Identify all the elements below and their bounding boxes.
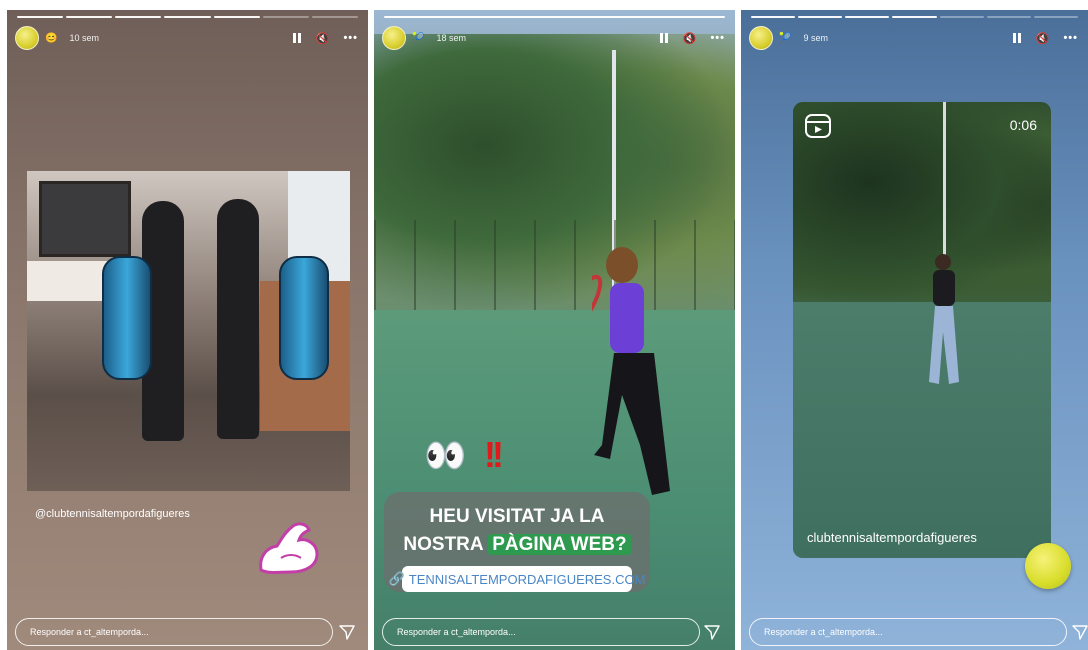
progress-bar [751, 16, 1078, 18]
mute-icon[interactable]: 🔇 [316, 32, 330, 45]
story-header: 🎾 9 sem 🔇 ••• [749, 26, 1078, 50]
eyes-icon: 👀 [424, 437, 467, 475]
reel-username[interactable]: clubtennisaltempordafigueres [807, 530, 977, 545]
avatar[interactable] [749, 26, 773, 50]
story-panel-2[interactable]: 🎾 18 sem 🔇 ••• 👀 !! HEU VISITAT JA LA NO… [374, 10, 735, 650]
post-time: 18 sem [436, 33, 466, 43]
progress-segment [213, 16, 260, 18]
story-header: 🎾 18 sem 🔇 ••• [382, 26, 725, 50]
story-header: 😊 10 sem 🔇 ••• [15, 26, 358, 50]
website-link[interactable]: 🔗 TENNISALTEMPORDAFIGUERES.COM [389, 566, 645, 592]
more-options-icon[interactable]: ••• [343, 32, 358, 44]
story-panel-3[interactable]: 🎾 9 sem 🔇 ••• 0:06 clubtennisaltempordaf… [741, 10, 1088, 650]
racket-bag [102, 256, 152, 380]
story-photo [27, 171, 350, 491]
progress-segment [798, 16, 843, 18]
progress-segment [939, 16, 984, 18]
reel-duration: 0:06 [1009, 117, 1037, 133]
progress-segment [262, 16, 309, 18]
tennis-ball-icon [1025, 543, 1071, 589]
story-panel-1[interactable]: 😊 10 sem 🔇 ••• @clubtennisaltempordafigu… [7, 10, 368, 650]
send-icon[interactable] [704, 624, 720, 640]
pause-icon[interactable] [292, 33, 302, 43]
mirror [39, 181, 131, 257]
shared-reel[interactable]: 0:06 clubtennisaltempordafigueres [793, 102, 1051, 558]
progress-segment [17, 16, 64, 18]
pause-icon[interactable] [1012, 33, 1022, 43]
send-icon[interactable] [1072, 624, 1088, 640]
progress-segment [384, 16, 725, 18]
post-time: 10 sem [69, 33, 99, 43]
progress-segment [115, 16, 162, 18]
more-options-icon[interactable]: ••• [1063, 32, 1078, 44]
tennis-player [592, 247, 670, 495]
heading-line-2-a: NOSTRA [403, 534, 483, 555]
flexed-biceps-icon [259, 522, 319, 574]
emoji-badge: 🎾 [412, 32, 425, 44]
heading-line-1: HEU VISITAT JA LA [429, 506, 605, 527]
emoji-badge: 😊 [45, 32, 58, 44]
person-figure [217, 199, 259, 439]
website-sticker: HEU VISITAT JA LA NOSTRA PÀGINA WEB? 🔗 T… [384, 492, 650, 592]
mention-tag[interactable]: @clubtennisaltempordafigueres [35, 508, 190, 520]
avatar[interactable] [382, 26, 406, 50]
progress-segment [986, 16, 1031, 18]
progress-segment [66, 16, 113, 18]
emoji-badge: 🎾 [779, 32, 792, 44]
reply-input[interactable]: Responder a ct_altemporda... [15, 618, 333, 646]
reply-input[interactable]: Responder a ct_altemporda... [382, 618, 700, 646]
racket-bag [279, 256, 329, 380]
reels-icon [805, 114, 831, 138]
tennis-player [929, 254, 959, 384]
pause-icon[interactable] [659, 33, 669, 43]
progress-bar [384, 16, 725, 18]
double-exclamation-icon: !! [484, 434, 504, 475]
link-icon: 🔗 [388, 571, 405, 586]
progress-segment [164, 16, 211, 18]
light-pole [943, 102, 946, 262]
send-icon[interactable] [339, 624, 355, 640]
progress-segment [751, 16, 796, 18]
mute-icon[interactable]: 🔇 [1036, 32, 1050, 45]
more-options-icon[interactable]: ••• [710, 32, 725, 44]
website-link-text: TENNISALTEMPORDAFIGUERES.COM [408, 571, 646, 587]
progress-bar [17, 16, 358, 18]
progress-segment [845, 16, 890, 18]
heading-highlight: PÀGINA WEB? [488, 534, 631, 555]
reply-input[interactable]: Responder a ct_altemporda... [749, 618, 1067, 646]
post-time: 9 sem [803, 33, 828, 43]
mute-icon[interactable]: 🔇 [683, 32, 697, 45]
avatar[interactable] [15, 26, 39, 50]
heading-line-2: NOSTRA PÀGINA WEB? [384, 534, 650, 556]
progress-segment [311, 16, 358, 18]
progress-segment [892, 16, 937, 18]
progress-segment [1033, 16, 1078, 18]
